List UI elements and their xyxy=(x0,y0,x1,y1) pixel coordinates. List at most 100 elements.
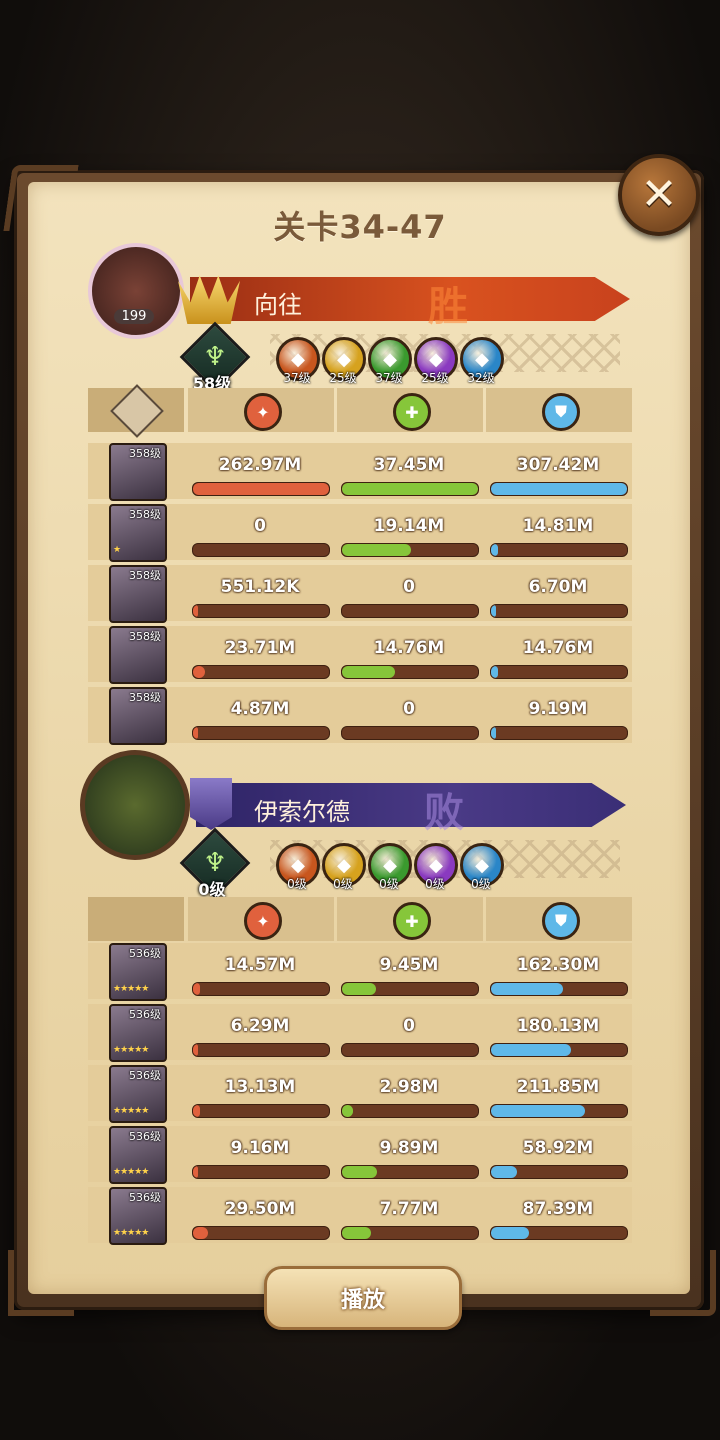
avatar-level-badge: 199 xyxy=(114,309,154,324)
shield-bar xyxy=(490,665,628,679)
hero-level: 536级 xyxy=(129,1069,161,1082)
damage-bar xyxy=(192,665,330,679)
heal-value: 14.76M xyxy=(373,638,445,658)
shield-bar xyxy=(490,1104,628,1118)
damage-value: 9.16M xyxy=(230,1138,290,1158)
hero-level: 358级 xyxy=(129,569,161,582)
shield-bar-fill xyxy=(491,983,564,995)
heal-bar xyxy=(341,1104,479,1118)
heal-bar xyxy=(341,665,479,679)
heal-bar xyxy=(341,604,479,618)
shield-bar-fill xyxy=(491,1227,530,1239)
shield-icon: ⛊ xyxy=(542,902,580,940)
damage-bar xyxy=(192,1043,330,1057)
damage-value: 0 xyxy=(254,516,266,536)
damage-bar-fill xyxy=(193,1166,199,1178)
heal-value: 19.14M xyxy=(373,516,445,536)
heal-bar xyxy=(341,1043,479,1057)
damage-bar-fill xyxy=(193,483,329,495)
heal-value: 2.98M xyxy=(379,1077,439,1097)
heal-value: 9.45M xyxy=(379,955,439,975)
damage-bar xyxy=(192,982,330,996)
shield-bar-fill xyxy=(491,1044,572,1056)
result-label: 胜 xyxy=(428,284,468,330)
damage-bar-fill xyxy=(193,1044,199,1056)
hero-level: 358级 xyxy=(129,630,161,643)
play-button[interactable]: 播放 xyxy=(264,1266,462,1330)
damage-bar-fill xyxy=(193,1105,200,1117)
faction-level: 32级 xyxy=(467,371,495,385)
faction-level: 0级 xyxy=(379,877,399,891)
hero-stars: ★★★★★ xyxy=(113,1045,149,1055)
hero-level: 536级 xyxy=(129,1191,161,1204)
faction-level: 25级 xyxy=(329,371,357,385)
opponent-avatar[interactable] xyxy=(80,750,190,860)
shield-bar xyxy=(490,543,628,557)
shield-bar-fill xyxy=(491,483,627,495)
heal-bar xyxy=(341,982,479,996)
shield-value: 211.85M xyxy=(516,1077,600,1097)
damage-bar xyxy=(192,1226,330,1240)
heal-bar-fill xyxy=(342,1105,353,1117)
shield-value: 307.42M xyxy=(516,455,600,475)
shield-bar xyxy=(490,604,628,618)
faction-level: 0级 xyxy=(425,877,445,891)
shield-bar-fill xyxy=(491,1105,585,1117)
heal-value: 0 xyxy=(403,1016,415,1036)
shield-value: 180.13M xyxy=(516,1016,600,1036)
damage-bar xyxy=(192,604,330,618)
faction-level: 0级 xyxy=(333,877,353,891)
hero-level: 536级 xyxy=(129,1130,161,1143)
shield-value: 9.19M xyxy=(528,699,588,719)
player-avatar[interactable]: 199 xyxy=(88,243,184,339)
team-name: 伊索尔德 xyxy=(254,798,350,826)
team-name: 向往 xyxy=(254,291,302,319)
heal-bar-fill xyxy=(342,666,396,678)
damage-value: 551.12K xyxy=(220,577,300,597)
frame-corner-ornament xyxy=(650,1250,716,1316)
faction-level: 25级 xyxy=(421,371,449,385)
heal-bar xyxy=(341,1226,479,1240)
shield-bar-fill xyxy=(491,544,498,556)
damage-bar-fill xyxy=(193,666,206,678)
hero-stars: ★★★★★ xyxy=(113,1167,149,1177)
shield-icon: ⛊ xyxy=(542,393,580,431)
shield-bar-fill xyxy=(491,727,497,739)
shield-bar-fill xyxy=(491,666,498,678)
heal-bar xyxy=(341,1165,479,1179)
heal-bar xyxy=(341,726,479,740)
shield-value: 162.30M xyxy=(516,955,600,975)
shield-bar xyxy=(490,1165,628,1179)
heal-icon: ✚ xyxy=(393,393,431,431)
shield-bar xyxy=(490,482,628,496)
shield-value: 6.70M xyxy=(528,577,588,597)
faction-level: 0级 xyxy=(287,877,307,891)
damage-bar xyxy=(192,1165,330,1179)
hero-level: 536级 xyxy=(129,947,161,960)
shield-bar xyxy=(490,1043,628,1057)
heal-value: 0 xyxy=(403,699,415,719)
damage-icon: ✦ xyxy=(244,902,282,940)
heal-value: 37.45M xyxy=(373,455,445,475)
heal-value: 7.77M xyxy=(379,1199,439,1219)
hero-level: 358级 xyxy=(129,691,161,704)
shield-bar xyxy=(490,1226,628,1240)
damage-bar-fill xyxy=(193,983,200,995)
damage-value: 4.87M xyxy=(230,699,290,719)
frame-corner-ornament xyxy=(8,1250,74,1316)
hero-stars: ★ xyxy=(113,545,121,555)
shield-value: 87.39M xyxy=(522,1199,594,1219)
heal-value: 9.89M xyxy=(379,1138,439,1158)
shield-value: 14.81M xyxy=(522,516,594,536)
heal-bar-fill xyxy=(342,1227,371,1239)
hero-level: 358级 xyxy=(129,447,161,460)
damage-bar xyxy=(192,726,330,740)
heal-bar xyxy=(341,482,479,496)
damage-value: 29.50M xyxy=(224,1199,296,1219)
damage-value: 6.29M xyxy=(230,1016,290,1036)
heal-icon: ✚ xyxy=(393,902,431,940)
hero-level: 536级 xyxy=(129,1008,161,1021)
hero-stars: ★★★★★ xyxy=(113,984,149,994)
shield-bar-fill xyxy=(491,1166,517,1178)
shield-bar xyxy=(490,726,628,740)
